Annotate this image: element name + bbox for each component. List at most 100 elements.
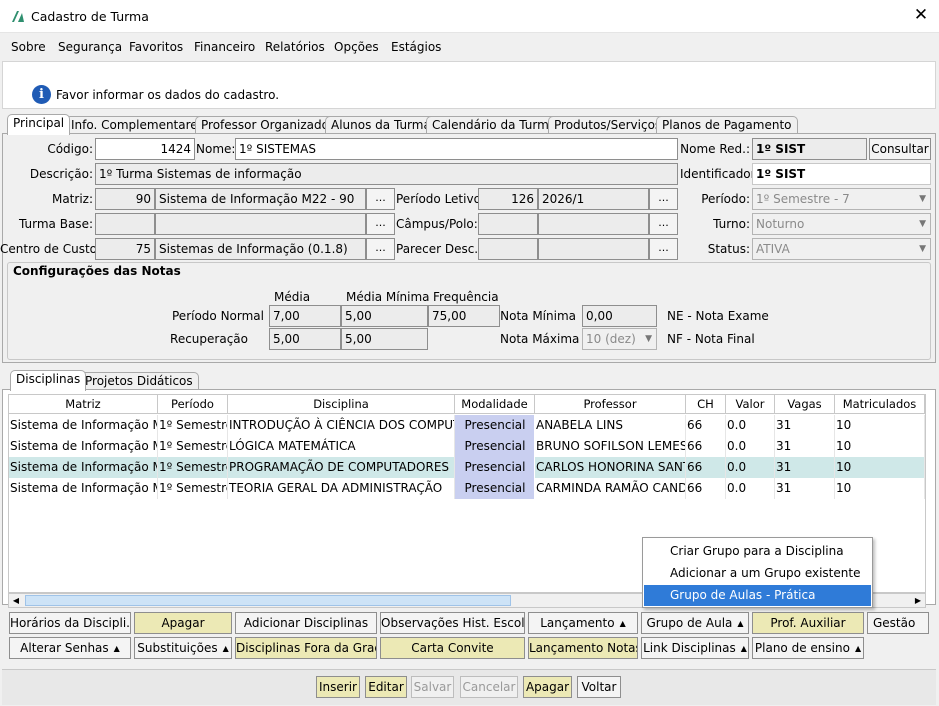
scroll-right-icon[interactable]: ▶	[912, 595, 924, 606]
cancelar-button[interactable]: Cancelar	[460, 676, 518, 698]
cell-vagas: 31	[775, 415, 835, 436]
column-header-ch[interactable]: CH	[686, 395, 726, 414]
lancamento-button[interactable]: Lançamento ▲	[528, 612, 638, 634]
descricao-field[interactable]: 1º Turma Sistemas de informação	[95, 163, 678, 185]
pn-frequencia-field[interactable]: 75,00	[428, 305, 500, 327]
centro-custo-name-field[interactable]: Sistemas de Informação (0.1.8)	[155, 238, 366, 260]
pn-media-field[interactable]: 7,00	[269, 305, 341, 327]
column-header-matriculados[interactable]: Matriculados	[835, 395, 925, 414]
column-header-professor[interactable]: Professor	[535, 395, 686, 414]
column-header-matriz[interactable]: Matriz	[9, 395, 158, 414]
menu-relatorios[interactable]: Relatórios	[265, 40, 325, 54]
nome-field[interactable]: 1º SISTEMAS	[235, 138, 678, 160]
ctx-criar-grupo[interactable]: Criar Grupo para a Disciplina	[644, 541, 871, 562]
turma-base-name-field[interactable]	[155, 213, 366, 235]
substituicoes-button[interactable]: Substituições ▲	[134, 637, 232, 659]
info-message: Favor informar os dados do cadastro.	[56, 88, 280, 102]
grupo-aula-button[interactable]: Grupo de Aula ▲	[641, 612, 749, 634]
menu-favoritos[interactable]: Favoritos	[129, 40, 183, 54]
cell-modalidade: Presencial	[455, 415, 535, 436]
apagar-disciplina-button[interactable]: Apagar	[134, 612, 232, 634]
title-bar: Cadastro de Turma ✕	[0, 0, 939, 33]
consultar-button[interactable]: Consultar	[869, 138, 931, 160]
carta-convite-button[interactable]: Carta Convite	[380, 637, 525, 659]
close-icon[interactable]: ✕	[910, 4, 932, 26]
cell-disciplina: LÓGICA MATEMÁTICA	[228, 436, 455, 457]
parecer-code-field[interactable]	[478, 238, 538, 260]
apagar-button[interactable]: Apagar	[523, 676, 572, 698]
plano-ensino-button[interactable]: Plano de ensino ▲	[752, 637, 864, 659]
rec-media-field[interactable]: 5,00	[269, 328, 341, 350]
pn-media-minima-field[interactable]: 5,00	[341, 305, 428, 327]
observacoes-hist-escolar-button[interactable]: Observações Hist. Escolar	[380, 612, 525, 634]
centro-custo-code-field[interactable]: 75	[95, 238, 155, 260]
cell-disciplina: TEORIA GERAL DA ADMINISTRAÇÃO	[228, 478, 455, 499]
recuperacao-label: Recuperação	[170, 332, 248, 346]
identificador-field[interactable]: 1º SIST	[752, 163, 931, 185]
alterar-senhas-button[interactable]: Alterar Senhas ▲	[9, 637, 131, 659]
campus-code-field[interactable]	[478, 213, 538, 235]
lancamento-label: Lançamento	[540, 616, 615, 630]
matriz-lookup-button[interactable]: ...	[366, 188, 395, 210]
salvar-button[interactable]: Salvar	[411, 676, 454, 698]
column-header-valor[interactable]: Valor	[726, 395, 775, 414]
parecer-lookup-button[interactable]: ...	[649, 238, 678, 260]
editar-button[interactable]: Editar	[365, 676, 407, 698]
nota-maxima-select[interactable]: 10 (dez) ▼	[582, 328, 657, 350]
campus-label: Câmpus/Polo:	[396, 217, 478, 231]
ctx-adicionar-grupo[interactable]: Adicionar a um Grupo existente	[644, 563, 871, 584]
status-value: ATIVA	[756, 242, 790, 256]
cell-periodo: 1º Semestre	[158, 436, 228, 457]
table-row-selected[interactable]: Sistema de Informação M22 1º Semestre PR…	[9, 457, 925, 478]
substituicoes-label: Substituições	[137, 641, 218, 655]
menu-sobre[interactable]: Sobre	[11, 40, 46, 54]
column-header-vagas[interactable]: Vagas	[775, 395, 835, 414]
lancamento-notas-button[interactable]: Lançamento Notas	[528, 637, 638, 659]
nota-minima-field[interactable]: 0,00	[582, 305, 657, 327]
turno-select[interactable]: Noturno ▼	[752, 213, 931, 235]
nome-red-field[interactable]: 1º SIST	[752, 138, 867, 160]
inserir-button[interactable]: Inserir	[316, 676, 360, 698]
tab-principal[interactable]: Principal	[7, 114, 71, 135]
column-header-modalidade[interactable]: Modalidade	[455, 395, 535, 414]
rec-media-minima-field[interactable]: 5,00	[341, 328, 428, 350]
scroll-left-icon[interactable]: ◀	[10, 595, 22, 606]
prof-auxiliar-button[interactable]: Prof. Auxiliar	[752, 612, 864, 634]
centro-custo-lookup-button[interactable]: ...	[366, 238, 395, 260]
menu-seguranca[interactable]: Segurança	[58, 40, 122, 54]
turma-base-lookup-button[interactable]: ...	[366, 213, 395, 235]
column-header-disciplina[interactable]: Disciplina	[228, 395, 455, 414]
campus-name-field[interactable]	[538, 213, 649, 235]
periodo-letivo-code-field[interactable]: 126	[478, 188, 538, 210]
disciplinas-fora-grade-button[interactable]: Disciplinas Fora da Grade	[235, 637, 377, 659]
periodo-select[interactable]: 1º Semestre - 7 ▼	[752, 188, 931, 210]
turma-base-code-field[interactable]	[95, 213, 155, 235]
nome-red-label: Nome Red.:	[680, 142, 750, 156]
status-select[interactable]: ATIVA ▼	[752, 238, 931, 260]
codigo-field[interactable]: 1424	[95, 138, 195, 160]
cell-matriculados: 10	[835, 457, 925, 478]
scrollbar-thumb[interactable]	[25, 595, 511, 606]
menu-estagios[interactable]: Estágios	[391, 40, 441, 54]
gestao-button[interactable]: Gestão	[867, 612, 929, 634]
matriz-code-field[interactable]: 90	[95, 188, 155, 210]
menu-financeiro[interactable]: Financeiro	[194, 40, 255, 54]
cell-valor: 0.0	[726, 415, 775, 436]
table-row[interactable]: Sistema de Informação M22 1º Semestre IN…	[9, 415, 925, 436]
matriz-name-field[interactable]: Sistema de Informação M22 - 90	[155, 188, 366, 210]
menu-opcoes[interactable]: Opções	[334, 40, 379, 54]
voltar-button[interactable]: Voltar	[577, 676, 621, 698]
parecer-name-field[interactable]	[538, 238, 649, 260]
ctx-grupo-aulas-pratica[interactable]: Grupo de Aulas - Prática	[644, 585, 871, 606]
table-row[interactable]: Sistema de Informação M22 1º Semestre TE…	[9, 478, 925, 499]
column-header-periodo[interactable]: Período	[158, 395, 228, 414]
link-disciplinas-button[interactable]: Link Disciplinas ▲	[641, 637, 749, 659]
adicionar-disciplinas-button[interactable]: Adicionar Disciplinas	[235, 612, 377, 634]
chevron-up-icon: ▲	[854, 644, 862, 653]
periodo-letivo-field[interactable]: 2026/1	[538, 188, 649, 210]
campus-lookup-button[interactable]: ...	[649, 213, 678, 235]
periodo-letivo-lookup-button[interactable]: ...	[649, 188, 678, 210]
table-row[interactable]: Sistema de Informação M22 1º Semestre LÓ…	[9, 436, 925, 457]
tab-disciplinas[interactable]: Disciplinas	[10, 370, 87, 391]
horarios-disciplina-button[interactable]: Horários da Discipli...	[9, 612, 131, 634]
